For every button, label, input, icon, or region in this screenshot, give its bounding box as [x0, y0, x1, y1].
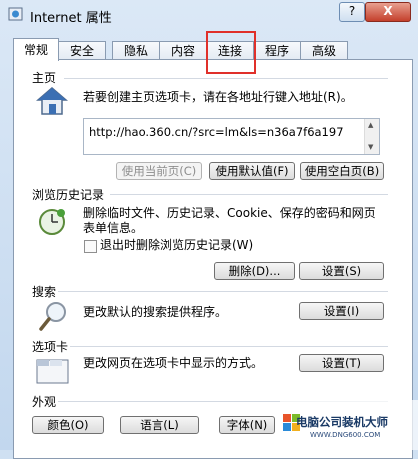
watermark-text: 电脑公司装机大师 [296, 415, 388, 429]
tab-content[interactable]: 内容 [159, 41, 207, 60]
window-title: Internet 属性 [30, 11, 112, 26]
tabs-section-title: 选项卡 [32, 340, 69, 354]
tab-security[interactable]: 安全 [58, 41, 106, 60]
search-settings-button[interactable]: 设置(I) [299, 302, 384, 320]
watermark-url: WWW.DNG600.COM [310, 431, 381, 439]
tabs-description: 更改网页在选项卡中显示的方式。 [83, 356, 264, 370]
scroll-down-icon[interactable]: ▼ [368, 143, 373, 151]
tabs-divider [70, 346, 388, 347]
search-divider [58, 291, 388, 292]
use-default-button[interactable]: 使用默认值(F) [209, 162, 295, 180]
connections-tab-highlight [206, 31, 256, 74]
home-section-title: 主页 [32, 71, 57, 85]
delete-history-button[interactable]: 删除(D)... [214, 262, 295, 280]
search-description: 更改默认的搜索提供程序。 [83, 305, 228, 319]
history-section-title: 浏览历史记录 [32, 188, 105, 202]
history-settings-button[interactable]: 设置(S) [299, 262, 384, 280]
use-current-page-button[interactable]: 使用当前页(C) [116, 162, 202, 180]
history-description-line2: 表单信息。 [83, 221, 144, 235]
fonts-button[interactable]: 字体(N) [219, 416, 275, 434]
delete-on-exit-label: 退出时删除浏览历史记录(W) [100, 238, 254, 252]
history-divider [110, 194, 388, 195]
tab-programs[interactable]: 程序 [253, 41, 301, 60]
home-page-url-input[interactable]: http://hao.360.cn/?src=lm&ls=n36a7f6a197… [83, 118, 380, 155]
home-icon [36, 87, 68, 115]
history-icon [39, 209, 65, 235]
url-box-scrollbar[interactable]: ▲ ▼ [364, 119, 379, 154]
scroll-up-icon[interactable]: ▲ [368, 121, 373, 129]
search-section-title: 搜索 [32, 285, 57, 299]
delete-on-exit-checkbox[interactable] [84, 240, 97, 253]
tab-advanced[interactable]: 高级 [300, 41, 348, 60]
search-magnifier-icon [39, 302, 66, 331]
languages-button[interactable]: 语言(L) [120, 416, 199, 434]
appearance-section-title: 外观 [32, 395, 57, 409]
home-divider [64, 78, 388, 79]
history-description-line1: 删除临时文件、历史记录、Cookie、保存的密码和网页 [83, 206, 376, 220]
use-blank-button[interactable]: 使用空白页(B) [300, 162, 384, 180]
tabs-window-icon [36, 359, 69, 384]
tab-general[interactable]: 常规 [13, 38, 59, 61]
close-button[interactable]: X [365, 2, 411, 22]
help-button[interactable]: ? [339, 2, 365, 22]
home-description: 若要创建主页选项卡，请在各地址行键入地址(R)。 [83, 90, 353, 104]
title-bar: Internet 属性 ? X [0, 0, 418, 30]
home-page-url: http://hao.360.cn/?src=lm&ls=n36a7f6a197 [89, 125, 344, 139]
internet-options-icon [8, 7, 23, 21]
tab-privacy[interactable]: 隐私 [112, 41, 160, 60]
tabs-settings-button[interactable]: 设置(T) [299, 354, 384, 372]
internet-properties-window: Internet 属性 ? X 常规 安全 隐私 内容 连接 程序 高级 主页 … [0, 0, 418, 459]
colors-button[interactable]: 颜色(O) [32, 416, 104, 434]
